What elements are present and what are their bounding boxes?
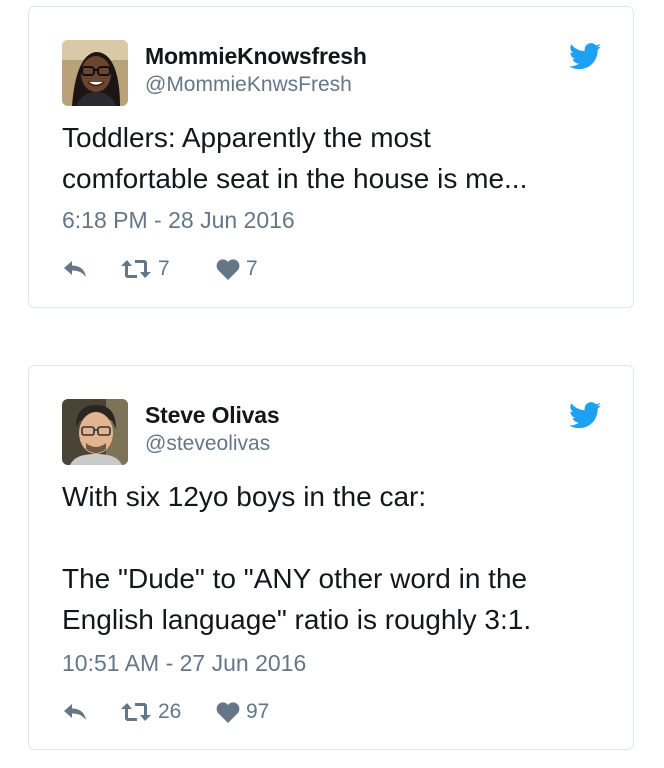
user-handle[interactable]: @MommieKnwsFresh [145,73,352,97]
tweet-card[interactable]: MommieKnowsfresh @MommieKnwsFresh Toddle… [28,6,634,308]
retweet-icon [121,260,151,278]
tweet-text: With six 12yo boys in the car: The "Dude… [62,481,532,635]
like-count: 7 [246,257,258,280]
retweet-button[interactable]: 7 [120,257,216,281]
heart-icon [216,258,240,280]
user-handle[interactable]: @steveolivas [145,432,270,456]
like-count: 97 [246,700,270,723]
avatar[interactable] [62,399,128,465]
retweet-icon [121,703,151,721]
avatar-image [62,40,128,106]
tweet-timestamp[interactable]: 10:51 AM - 27 Jun 2016 [62,650,306,677]
retweet-count: 26 [158,700,182,723]
twitter-bird-icon[interactable] [569,402,601,429]
avatar[interactable] [62,40,128,106]
display-name[interactable]: MommieKnowsfresh [145,43,367,70]
display-name[interactable]: Steve Olivas [145,402,280,429]
reply-button[interactable] [62,702,120,722]
reply-button[interactable] [62,259,120,279]
twitter-bird-icon[interactable] [569,43,601,70]
heart-icon [216,701,240,723]
tweet-text: Toddlers: Apparently the most comfortabl… [62,122,528,194]
retweet-button[interactable]: 26 [120,700,216,724]
reply-icon [64,261,86,277]
tweet-actions: 26 97 [62,697,296,727]
like-button[interactable]: 7 [216,257,296,281]
reply-icon [64,704,86,720]
retweet-count: 7 [158,257,170,280]
avatar-image [62,399,128,465]
tweet-actions: 7 7 [62,254,296,284]
like-button[interactable]: 97 [216,700,296,724]
tweet-timestamp[interactable]: 6:18 PM - 28 Jun 2016 [62,207,295,234]
tweet-card[interactable]: Steve Olivas @steveolivas With six 12yo … [28,365,634,750]
